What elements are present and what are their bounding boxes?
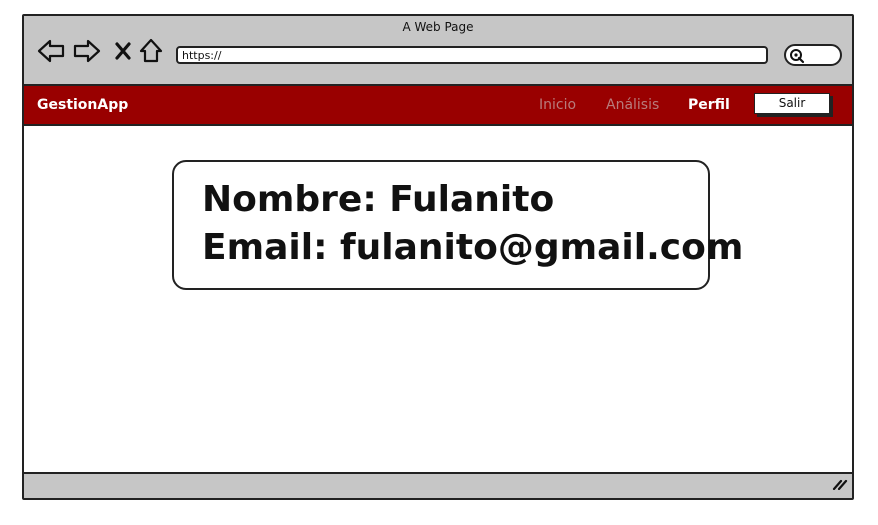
status-bar <box>24 472 852 498</box>
profile-email: Email: fulanito@gmail.com <box>202 227 744 268</box>
back-arrow-icon[interactable] <box>36 36 66 66</box>
nav-link-analisis[interactable]: Análisis <box>606 97 659 113</box>
profile-name: Nombre: Fulanito <box>202 179 555 220</box>
forward-arrow-icon[interactable] <box>72 36 102 66</box>
home-icon[interactable] <box>136 36 166 66</box>
window-title: A Web Page <box>402 20 474 34</box>
nav-link-inicio[interactable]: Inicio <box>539 97 576 113</box>
app-navbar: GestionApp Inicio Análisis Perfil Salir <box>24 86 852 126</box>
logout-button[interactable]: Salir <box>754 93 830 114</box>
brand-logo[interactable]: GestionApp <box>37 97 128 113</box>
close-x-icon[interactable] <box>108 36 138 66</box>
browser-window: A Web Page https:// GestionApp Inicio An… <box>22 14 854 500</box>
resize-grip-icon[interactable] <box>832 475 848 494</box>
search-button[interactable] <box>784 44 842 66</box>
search-icon <box>790 49 805 64</box>
browser-toolbar: A Web Page <box>24 16 852 86</box>
url-input[interactable] <box>176 46 768 64</box>
profile-card: Nombre: Fulanito Email: fulanito@gmail.c… <box>172 160 744 290</box>
nav-link-perfil[interactable]: Perfil <box>688 97 730 113</box>
